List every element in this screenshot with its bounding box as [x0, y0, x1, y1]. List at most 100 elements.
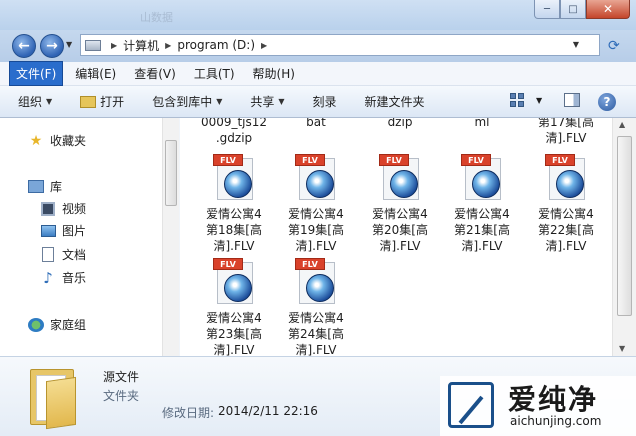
menu-view[interactable]: 查看(V) [128, 62, 182, 85]
flv-video-icon: FLV [377, 154, 423, 202]
flv-video-icon: FLV [543, 154, 589, 202]
list-item[interactable]: bat [276, 118, 356, 130]
sidebar-item-label: 家庭组 [50, 318, 87, 332]
video-icon [40, 201, 56, 217]
flv-video-icon: FLV [293, 154, 339, 202]
navigation-bar: ← → ▼ ▶ 计算机 ▶ program (D:) ▶ ▼ ⟳ [0, 30, 636, 62]
sidebar-item-label: 库 [50, 180, 63, 194]
file-name: bat [306, 118, 326, 129]
list-item[interactable]: 0009_tjs12 .gdzip [194, 118, 274, 146]
menu-help[interactable]: 帮助(H) [247, 62, 301, 85]
scroll-down-icon[interactable]: ▼ [619, 344, 625, 353]
help-button[interactable]: ? [598, 93, 616, 111]
navigation-scrollbar[interactable] [162, 118, 179, 356]
window-title: 山数据 [140, 11, 173, 24]
sidebar-item-homegroup[interactable]: 家庭组 [28, 316, 86, 333]
back-button[interactable]: ← [12, 34, 36, 58]
recent-pages-dropdown-icon[interactable]: ▼ [66, 40, 72, 49]
list-item[interactable]: ml [442, 118, 522, 130]
organize-button[interactable]: 组织 ▼ [18, 93, 52, 110]
file-name: 爱情公寓4 第21集[高 清].FLV [454, 207, 510, 253]
list-item[interactable]: FLV 爱情公寓4 第22集[高 清].FLV [526, 154, 606, 254]
list-item[interactable]: FLV 爱情公寓4 第21集[高 清].FLV [442, 154, 522, 254]
open-label: 打开 [100, 95, 125, 109]
new-folder-label: 新建文件夹 [364, 95, 425, 109]
close-button[interactable]: ✕ [586, 0, 630, 19]
sidebar-item-label: 视频 [62, 202, 87, 216]
chevron-down-icon: ▼ [216, 97, 223, 106]
sidebar-item-music[interactable]: ♪ 音乐 [40, 269, 86, 287]
list-item[interactable]: FLV 爱情公寓4 第19集[高 清].FLV [276, 154, 356, 254]
preview-pane-button[interactable] [564, 93, 580, 107]
chevron-down-icon: ▼ [536, 95, 543, 105]
organize-label: 组织 [18, 95, 43, 109]
file-name: 爱情公寓4 第20集[高 清].FLV [372, 207, 428, 253]
selected-item-name: 源文件 [103, 370, 140, 384]
file-name: 爱情公寓4 第23集[高 清].FLV [206, 311, 262, 356]
include-in-library-label: 包含到库中 [152, 95, 213, 109]
navigation-pane: ★ 收藏夹 库 视频 图片 文档 ♪ 音乐 家庭组 [0, 118, 162, 356]
sidebar-item-pictures[interactable]: 图片 [40, 222, 86, 239]
help-icon: ? [598, 93, 616, 111]
address-bar[interactable]: ▶ 计算机 ▶ program (D:) ▶ ▼ [80, 34, 600, 56]
scrollbar-thumb[interactable] [617, 136, 632, 316]
chevron-down-icon: ▼ [46, 97, 53, 106]
list-item[interactable]: dzip [360, 118, 440, 130]
address-dropdown-icon[interactable]: ▼ [573, 40, 579, 49]
list-item[interactable]: FLV 爱情公寓4 第24集[高 清].FLV [276, 258, 356, 356]
list-item[interactable]: 第17集[高 清].FLV [526, 118, 606, 146]
new-folder-button[interactable]: 新建文件夹 [365, 93, 425, 110]
flv-video-icon: FLV [293, 258, 339, 306]
list-item[interactable]: FLV 爱情公寓4 第18集[高 清].FLV [194, 154, 274, 254]
maximize-button[interactable]: □ [560, 0, 586, 19]
sidebar-item-label: 收藏夹 [50, 134, 87, 148]
library-icon [28, 179, 44, 195]
forward-button[interactable]: → [40, 34, 64, 58]
file-list: 0009_tjs12 .gdzip bat dzip ml 第17集[高 清].… [180, 118, 612, 356]
file-list-scrollbar[interactable]: ▲ ▼ [612, 118, 636, 356]
view-grid-icon [510, 93, 524, 107]
sidebar-item-documents[interactable]: 文档 [40, 246, 86, 263]
flv-video-icon: FLV [459, 154, 505, 202]
list-item[interactable]: FLV 爱情公寓4 第23集[高 清].FLV [194, 258, 274, 356]
file-name: 爱情公寓4 第19集[高 清].FLV [288, 207, 344, 253]
sidebar-item-videos[interactable]: 视频 [40, 200, 86, 217]
file-name: 第17集[高 清].FLV [538, 118, 594, 145]
sidebar-item-libraries[interactable]: 库 [28, 178, 62, 195]
breadcrumb-computer[interactable]: 计算机 [123, 37, 159, 54]
menu-edit[interactable]: 编辑(E) [69, 62, 122, 85]
modified-date-label: 修改日期: [162, 406, 215, 420]
list-item[interactable]: FLV 爱情公寓4 第20集[高 清].FLV [360, 154, 440, 254]
menu-tools[interactable]: 工具(T) [188, 62, 241, 85]
preview-pane-icon [564, 93, 580, 107]
chevron-down-icon: ▼ [278, 97, 285, 106]
minimize-button[interactable]: ─ [534, 0, 560, 19]
menu-file[interactable]: 文件(F) [9, 61, 64, 86]
chevron-right-icon[interactable]: ▶ [111, 41, 117, 50]
sidebar-item-label: 文档 [62, 248, 87, 262]
refresh-icon[interactable]: ⟳ [608, 38, 620, 54]
file-name: dzip [387, 118, 413, 129]
file-name: 爱情公寓4 第18集[高 清].FLV [206, 207, 262, 253]
sidebar-item-favorites[interactable]: ★ 收藏夹 [28, 132, 86, 149]
brand-logo-icon [448, 382, 494, 428]
chevron-right-icon[interactable]: ▶ [165, 41, 171, 50]
include-in-library-button[interactable]: 包含到库中 ▼ [152, 93, 222, 110]
file-name: ml [474, 118, 490, 129]
scroll-up-icon[interactable]: ▲ [619, 120, 625, 129]
chevron-right-icon[interactable]: ▶ [261, 41, 267, 50]
watermark-text: 爱纯净 [508, 383, 599, 416]
sidebar-item-label: 图片 [62, 224, 87, 238]
open-folder-icon [80, 95, 97, 108]
title-bar: 山数据 ─ □ ✕ [0, 0, 636, 30]
star-icon: ★ [29, 132, 43, 149]
burn-button[interactable]: 刻录 [313, 93, 337, 110]
window-controls: ─ □ ✕ [534, 0, 630, 19]
folder-icon [30, 365, 78, 430]
watermark: 爱纯净 aichunjing.com [440, 376, 636, 436]
share-button[interactable]: 共享 ▼ [250, 93, 284, 110]
breadcrumb-program-drive[interactable]: program (D:) [177, 38, 255, 52]
change-view-button[interactable]: ▼ [510, 93, 542, 107]
scrollbar-thumb[interactable] [165, 140, 177, 206]
open-button[interactable]: 打开 [80, 93, 124, 110]
